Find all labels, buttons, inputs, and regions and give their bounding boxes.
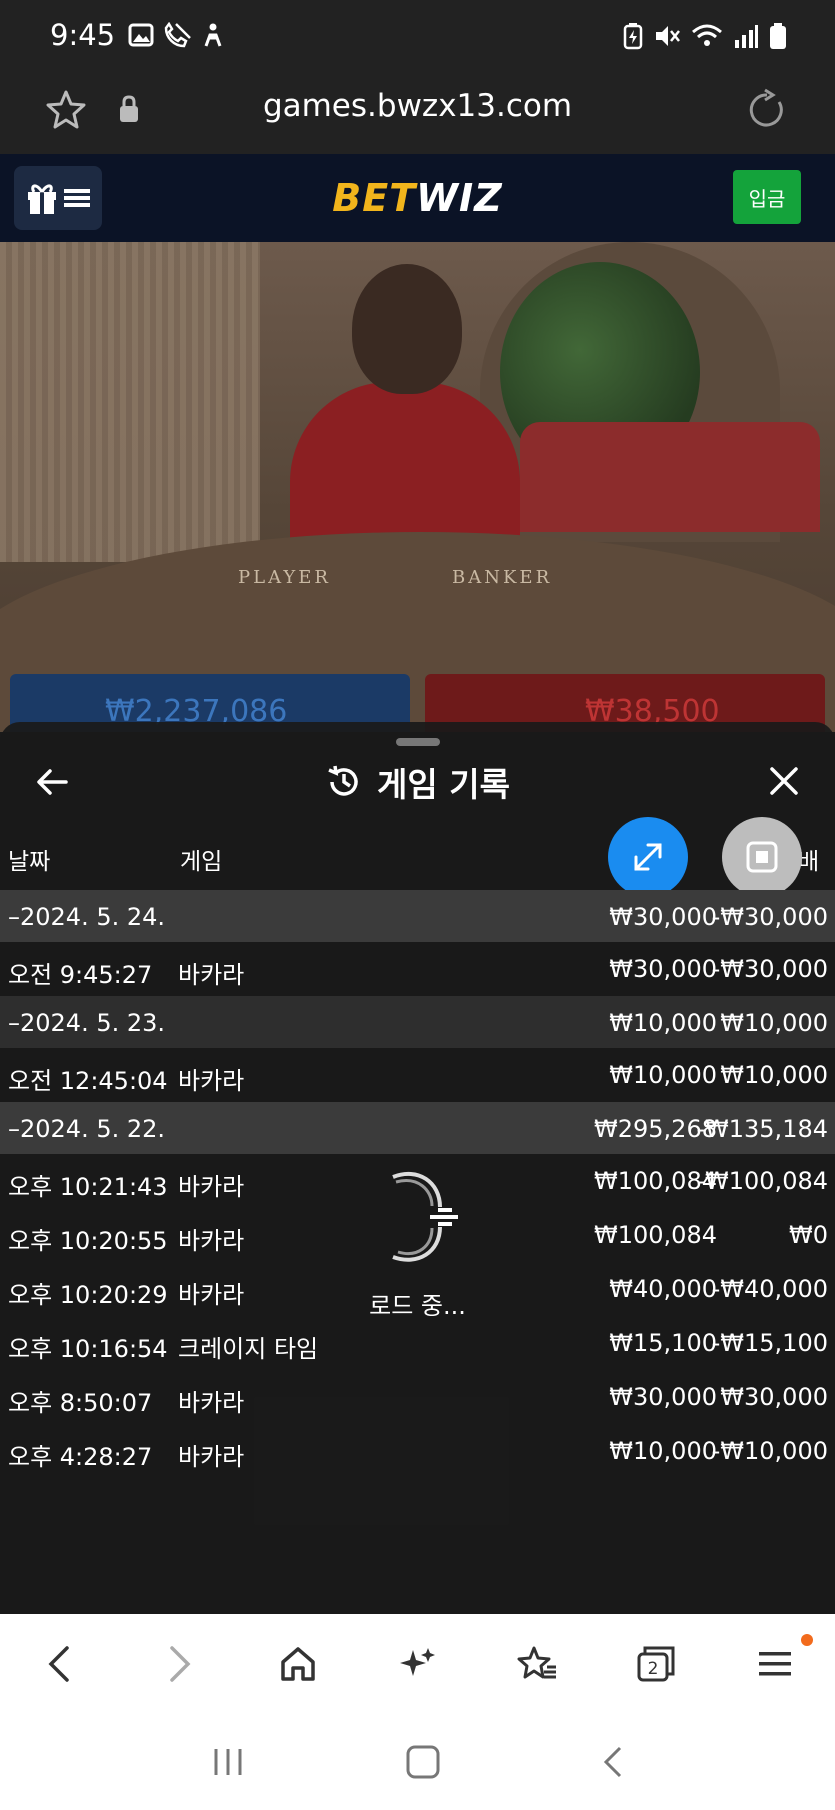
row-bet: ₩30,000 bbox=[609, 955, 717, 983]
dealer-head bbox=[352, 264, 462, 394]
history-row[interactable]: 오후 10:16:54 크레이지 타임 ₩15,100 -₩15,100 bbox=[0, 1316, 835, 1370]
nav-back-button[interactable] bbox=[0, 1614, 119, 1714]
table-banker-label: BANKER bbox=[452, 567, 553, 588]
url-text[interactable]: games.bwzx13.com bbox=[0, 88, 835, 124]
site-header: BETWIZ 입금 bbox=[0, 154, 835, 242]
system-nav-bar bbox=[0, 1714, 835, 1810]
nav-bookmarks-button[interactable] bbox=[477, 1614, 596, 1714]
bookmarks-icon bbox=[517, 1646, 556, 1679]
row-game: 크레이지 타임 bbox=[178, 1335, 319, 1363]
panel-title: 게임 기록 bbox=[377, 765, 510, 804]
notification-dot bbox=[800, 1634, 813, 1646]
row-bet: ₩30,000 bbox=[609, 1383, 717, 1411]
row-result: ₩30,000 bbox=[720, 1383, 828, 1411]
logo-wiz: WIZ bbox=[416, 176, 503, 220]
history-row[interactable]: 오전 9:45:27 바카라 ₩30,000 -₩30,000 bbox=[0, 942, 835, 996]
status-time: 9:45 bbox=[50, 18, 116, 52]
row-bet: ₩10,000 bbox=[609, 1061, 717, 1089]
row-game: 바카라 bbox=[178, 1389, 245, 1417]
loading-indicator: 로드 중... bbox=[0, 1162, 835, 1321]
column-game[interactable]: 게임 bbox=[180, 842, 222, 876]
back-icon bbox=[48, 1646, 69, 1682]
date-group-row[interactable]: –2024. 5. 24. ₩30,000 -₩30,000 bbox=[0, 890, 835, 942]
sofa bbox=[520, 422, 820, 532]
row-game: 바카라 bbox=[178, 1443, 245, 1471]
row-result: ₩10,000 bbox=[720, 1061, 828, 1089]
loading-text: 로드 중... bbox=[369, 1292, 466, 1320]
ai-sparkle-icon bbox=[400, 1648, 436, 1676]
accessibility-icon bbox=[204, 23, 222, 47]
browser-bottom-nav: 2 bbox=[0, 1614, 835, 1714]
row-result: ₩10,000 bbox=[720, 1009, 828, 1037]
wall-panel bbox=[0, 242, 260, 562]
row-result: -₩30,000 bbox=[711, 955, 828, 983]
tab-count: 2 bbox=[648, 1659, 659, 1679]
status-bar: 9:45 bbox=[0, 0, 835, 72]
nav-ai-button[interactable] bbox=[358, 1614, 477, 1714]
row-bet: ₩10,000 bbox=[609, 1437, 717, 1465]
history-row[interactable]: 오후 4:28:27 바카라 ₩10,000 -₩10,000 bbox=[0, 1424, 835, 1478]
row-result: -₩15,100 bbox=[711, 1329, 828, 1357]
menu-icon bbox=[759, 1652, 792, 1676]
logo-bet: BET bbox=[332, 176, 417, 220]
row-bet: ₩30,000 bbox=[609, 903, 717, 931]
stop-button[interactable] bbox=[722, 817, 802, 897]
nav-menu-button[interactable] bbox=[716, 1614, 835, 1714]
history-row[interactable]: 오후 8:50:07 바카라 ₩30,000 ₩30,000 bbox=[0, 1370, 835, 1424]
reload-icon[interactable] bbox=[745, 88, 789, 132]
game-history-panel: 게임 기록 날짜 게임 배 –2024. 5. 24. ₩30,000 -₩30,0… bbox=[0, 722, 835, 1614]
column-date[interactable]: 날짜 bbox=[8, 842, 50, 876]
live-video[interactable]: PLAYER BANKER ₩2,237,086 ₩38,500 bbox=[0, 242, 835, 732]
expand-button[interactable] bbox=[608, 817, 688, 897]
row-datetime: 오전 12:45:04 bbox=[8, 1067, 168, 1095]
date-group-row[interactable]: –2024. 5. 22. ₩295,268 -₩135,184 bbox=[0, 1102, 835, 1154]
address-bar: games.bwzx13.com bbox=[0, 72, 835, 154]
recents-icon[interactable] bbox=[208, 1745, 248, 1779]
row-bet: ₩10,000 bbox=[609, 1009, 717, 1037]
date-group-row[interactable]: –2024. 5. 23. ₩10,000 ₩10,000 bbox=[0, 996, 835, 1048]
stop-icon bbox=[746, 841, 778, 873]
deposit-button[interactable]: 입금 bbox=[733, 170, 801, 224]
close-icon[interactable] bbox=[767, 764, 801, 798]
row-datetime: –2024. 5. 24. bbox=[8, 903, 166, 931]
home-icon bbox=[281, 1647, 315, 1681]
wifi-icon bbox=[692, 24, 722, 46]
row-game: 바카라 bbox=[178, 1067, 245, 1095]
row-result: -₩10,000 bbox=[711, 1437, 828, 1465]
row-datetime: 오후 8:50:07 bbox=[8, 1389, 153, 1417]
nav-tabs-button[interactable]: 2 bbox=[596, 1614, 715, 1714]
row-bet: ₩15,100 bbox=[609, 1329, 717, 1357]
expand-icon bbox=[634, 843, 662, 871]
nav-home-button[interactable] bbox=[239, 1614, 358, 1714]
row-result: -₩135,184 bbox=[696, 1115, 828, 1143]
history-icon bbox=[328, 765, 358, 796]
history-row[interactable]: 오전 12:45:04 바카라 ₩10,000 ₩10,000 bbox=[0, 1048, 835, 1102]
panel-header: 게임 기록 bbox=[0, 750, 835, 814]
tabs-icon: 2 bbox=[637, 1646, 675, 1682]
battery-icon bbox=[770, 23, 786, 49]
betwiz-logo[interactable]: BETWIZ bbox=[0, 176, 835, 220]
nav-forward-button[interactable] bbox=[119, 1614, 238, 1714]
system-home-icon[interactable] bbox=[403, 1742, 443, 1782]
mute-icon bbox=[656, 26, 680, 46]
signal-icon bbox=[735, 25, 758, 48]
table-player-label: PLAYER bbox=[238, 567, 331, 588]
no-call-icon bbox=[164, 22, 191, 48]
battery-saver-icon bbox=[623, 23, 643, 50]
loading-spinner-icon bbox=[391, 1171, 458, 1262]
row-datetime: –2024. 5. 23. bbox=[8, 1009, 166, 1037]
row-game: 바카라 bbox=[178, 961, 245, 989]
row-result: -₩30,000 bbox=[711, 903, 828, 931]
drag-handle[interactable] bbox=[396, 738, 440, 746]
row-datetime: 오후 4:28:27 bbox=[8, 1443, 153, 1471]
row-datetime: –2024. 5. 22. bbox=[8, 1115, 166, 1143]
image-icon bbox=[128, 23, 154, 47]
forward-icon bbox=[170, 1646, 191, 1682]
row-datetime: 오후 10:16:54 bbox=[8, 1335, 168, 1363]
row-datetime: 오전 9:45:27 bbox=[8, 961, 153, 989]
system-back-icon[interactable] bbox=[598, 1742, 628, 1782]
